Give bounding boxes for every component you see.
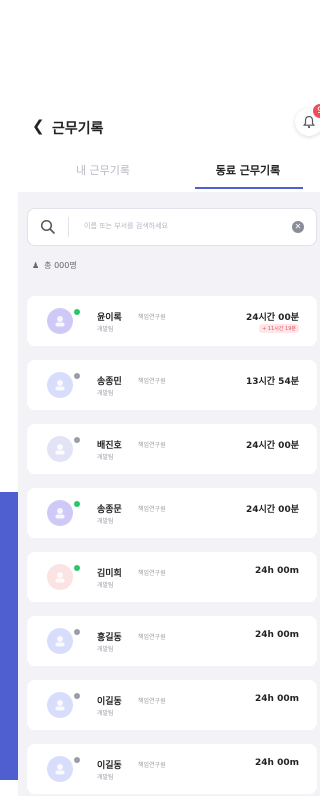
worker-role: 책임연구원: [138, 506, 166, 513]
worker-dept: 개발팀: [97, 390, 114, 397]
avatar: [47, 372, 73, 398]
avatar-face-icon: [55, 764, 65, 775]
work-time: 24h 00m: [255, 758, 299, 768]
worker-role: 책임연구원: [138, 570, 166, 577]
worker-dept: 개발팀: [97, 646, 114, 653]
search-divider: [68, 217, 69, 237]
worker-card[interactable]: 송종민 책임연구원개발팀 13시간 54분: [27, 360, 317, 410]
tab-my-records[interactable]: 내 근무기록: [48, 162, 158, 178]
bell-icon: [302, 115, 316, 129]
worker-name: 송종민: [97, 377, 122, 387]
active-tab-indicator: [195, 187, 303, 189]
worker-name: 홍길동: [97, 633, 122, 643]
overtime-badge: + 11시간 19분: [259, 324, 299, 333]
worker-card[interactable]: 송종문 책임연구원개발팀 24시간 00분: [27, 488, 317, 538]
work-time: 13시간 54분: [245, 377, 299, 387]
worker-role: 책임연구원: [138, 698, 166, 705]
worker-dept: 개발팀: [97, 710, 114, 717]
worker-dept: 개발팀: [97, 582, 114, 589]
worker-name: 송종문: [97, 505, 122, 515]
avatar: [47, 628, 73, 654]
worker-role: 책임연구원: [138, 378, 166, 385]
work-time: 24시간 00분: [245, 313, 299, 323]
worker-card[interactable]: 홍길동 책임연구원개발팀 24h 00m: [27, 616, 317, 666]
top-bar: ❮ 근무기록 9 내 근무기록 동료 근무기록: [18, 96, 320, 192]
search-bar[interactable]: 이름 또는 부서를 검색하세요 ✕: [27, 208, 317, 246]
avatar: [47, 564, 73, 590]
avatar-face-icon: [55, 636, 65, 647]
worker-role: 책임연구원: [138, 314, 166, 321]
worker-role: 책임연구원: [138, 634, 166, 641]
back-arrow-icon[interactable]: ❮: [32, 118, 45, 134]
work-record-panel: ❮ 근무기록 9 내 근무기록 동료 근무기록 이름 또는 부서를 검색하세요 …: [18, 96, 320, 796]
worker-dept: 개발팀: [97, 326, 114, 333]
notification-badge: 9: [313, 104, 320, 118]
status-dot: [74, 437, 80, 443]
avatar-face-icon: [55, 700, 65, 711]
clear-search-icon[interactable]: ✕: [292, 221, 304, 233]
worker-card[interactable]: 이길동 책임연구원개발팀 24h 00m: [27, 680, 317, 730]
notification-button[interactable]: 9: [295, 104, 320, 136]
worker-name: 김미희: [97, 569, 122, 579]
worker-role: 책임연구원: [138, 442, 166, 449]
status-dot: [74, 501, 80, 507]
search-icon[interactable]: [40, 219, 56, 235]
status-dot: [74, 565, 80, 571]
work-time: 24h 00m: [255, 566, 299, 576]
avatar-face-icon: [55, 572, 65, 583]
search-input[interactable]: 이름 또는 부서를 검색하세요: [84, 221, 168, 231]
avatar: [47, 436, 73, 462]
status-dot: [74, 693, 80, 699]
work-time: 24시간 00분: [245, 505, 299, 515]
avatar-face-icon: [55, 380, 65, 391]
avatar: [47, 692, 73, 718]
status-dot: [74, 309, 80, 315]
avatar-face-icon: [55, 508, 65, 519]
avatar-face-icon: [55, 444, 65, 455]
work-time: 24h 00m: [255, 630, 299, 640]
worker-card[interactable]: 윤이록 책임연구원개발팀 24시간 00분 + 11시간 19분: [27, 296, 317, 346]
worker-dept: 개발팀: [97, 518, 114, 525]
worker-card[interactable]: 김미희 책임연구원개발팀 24h 00m: [27, 552, 317, 602]
worker-dept: 개발팀: [97, 454, 114, 461]
avatar: [47, 756, 73, 782]
avatar: [47, 500, 73, 526]
people-icon: ♟: [32, 261, 40, 270]
worker-role: 책임연구원: [138, 762, 166, 769]
member-count: ♟ 총 000명: [32, 260, 77, 271]
avatar-face-icon: [55, 316, 65, 327]
worker-name: 윤이록: [97, 313, 122, 323]
avatar: [47, 308, 73, 334]
page-title: 근무기록: [52, 121, 104, 137]
worker-name: 이길동: [97, 761, 122, 771]
work-time: 24시간 00분: [245, 441, 299, 451]
work-time: 24h 00m: [255, 694, 299, 704]
tab-colleague-records[interactable]: 동료 근무기록: [193, 162, 303, 178]
worker-name: 이길동: [97, 697, 122, 707]
worker-card[interactable]: 배진호 책임연구원개발팀 24시간 00분: [27, 424, 317, 474]
member-count-text: 총 000명: [44, 261, 77, 270]
status-dot: [74, 629, 80, 635]
worker-name: 배진호: [97, 441, 122, 451]
status-dot: [74, 373, 80, 379]
worker-card[interactable]: 이길동 책임연구원 개발팀 24h 00m: [27, 744, 317, 794]
status-dot: [74, 757, 80, 763]
